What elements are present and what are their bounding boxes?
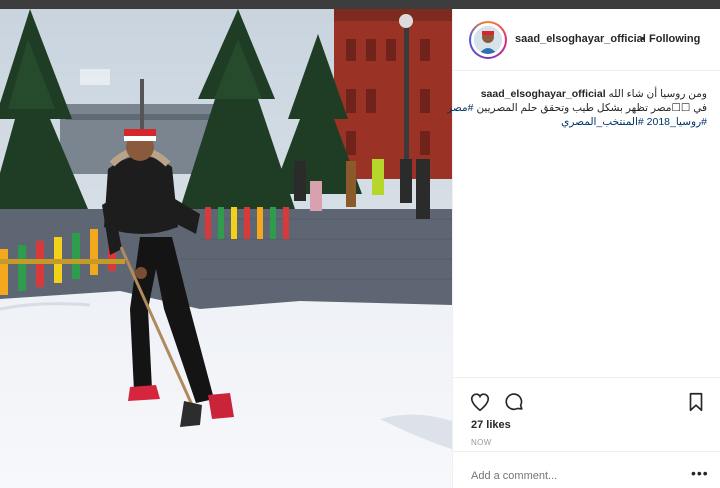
hashtag-egypt[interactable]: #مصر: [447, 102, 473, 114]
header-separator: •: [641, 33, 645, 45]
caption-text-2: في ☐☐مصر تظهر بشكل طيب وتحقق حلم المصريي…: [476, 102, 707, 114]
header-username[interactable]: saad_elsoghayar_official: [515, 33, 646, 45]
following-button[interactable]: Following: [649, 33, 700, 45]
avatar-ring: [471, 23, 505, 57]
comment-input[interactable]: [471, 470, 671, 482]
bookmark-icon[interactable]: [685, 391, 707, 413]
post-timestamp: NOW: [471, 438, 492, 447]
actions-divider: [453, 377, 720, 378]
caption-hashtags[interactable]: #روسيا_2018 #المنتخب_المصري: [471, 115, 707, 129]
more-options-icon[interactable]: •••: [691, 465, 709, 481]
avatar[interactable]: [469, 21, 507, 59]
comment-icon[interactable]: [503, 391, 525, 413]
likes-count[interactable]: 27 likes: [471, 419, 511, 431]
post-sidebar: saad_elsoghayar_official • Following ومن…: [447, 9, 720, 488]
caption-text-1: ومن روسيا أن شاء الله: [608, 88, 707, 100]
caption-username[interactable]: saad_elsoghayar_official: [481, 88, 606, 100]
caption-line-2: في ☐☐مصر تظهر بشكل طيب وتحقق حلم المصريي…: [447, 101, 707, 115]
post-photo[interactable]: [0, 9, 452, 488]
heart-icon[interactable]: [469, 391, 491, 413]
caption-line-1: ومن روسيا أن شاء الله saad_elsoghayar_of…: [471, 87, 707, 101]
post-header: saad_elsoghayar_official • Following: [453, 9, 720, 71]
post-actions: [469, 391, 709, 413]
post-caption: ومن روسيا أن شاء الله saad_elsoghayar_of…: [447, 87, 707, 129]
window-top-bar: [0, 0, 720, 9]
comment-divider: [453, 451, 720, 452]
avatar-image: [474, 26, 502, 54]
